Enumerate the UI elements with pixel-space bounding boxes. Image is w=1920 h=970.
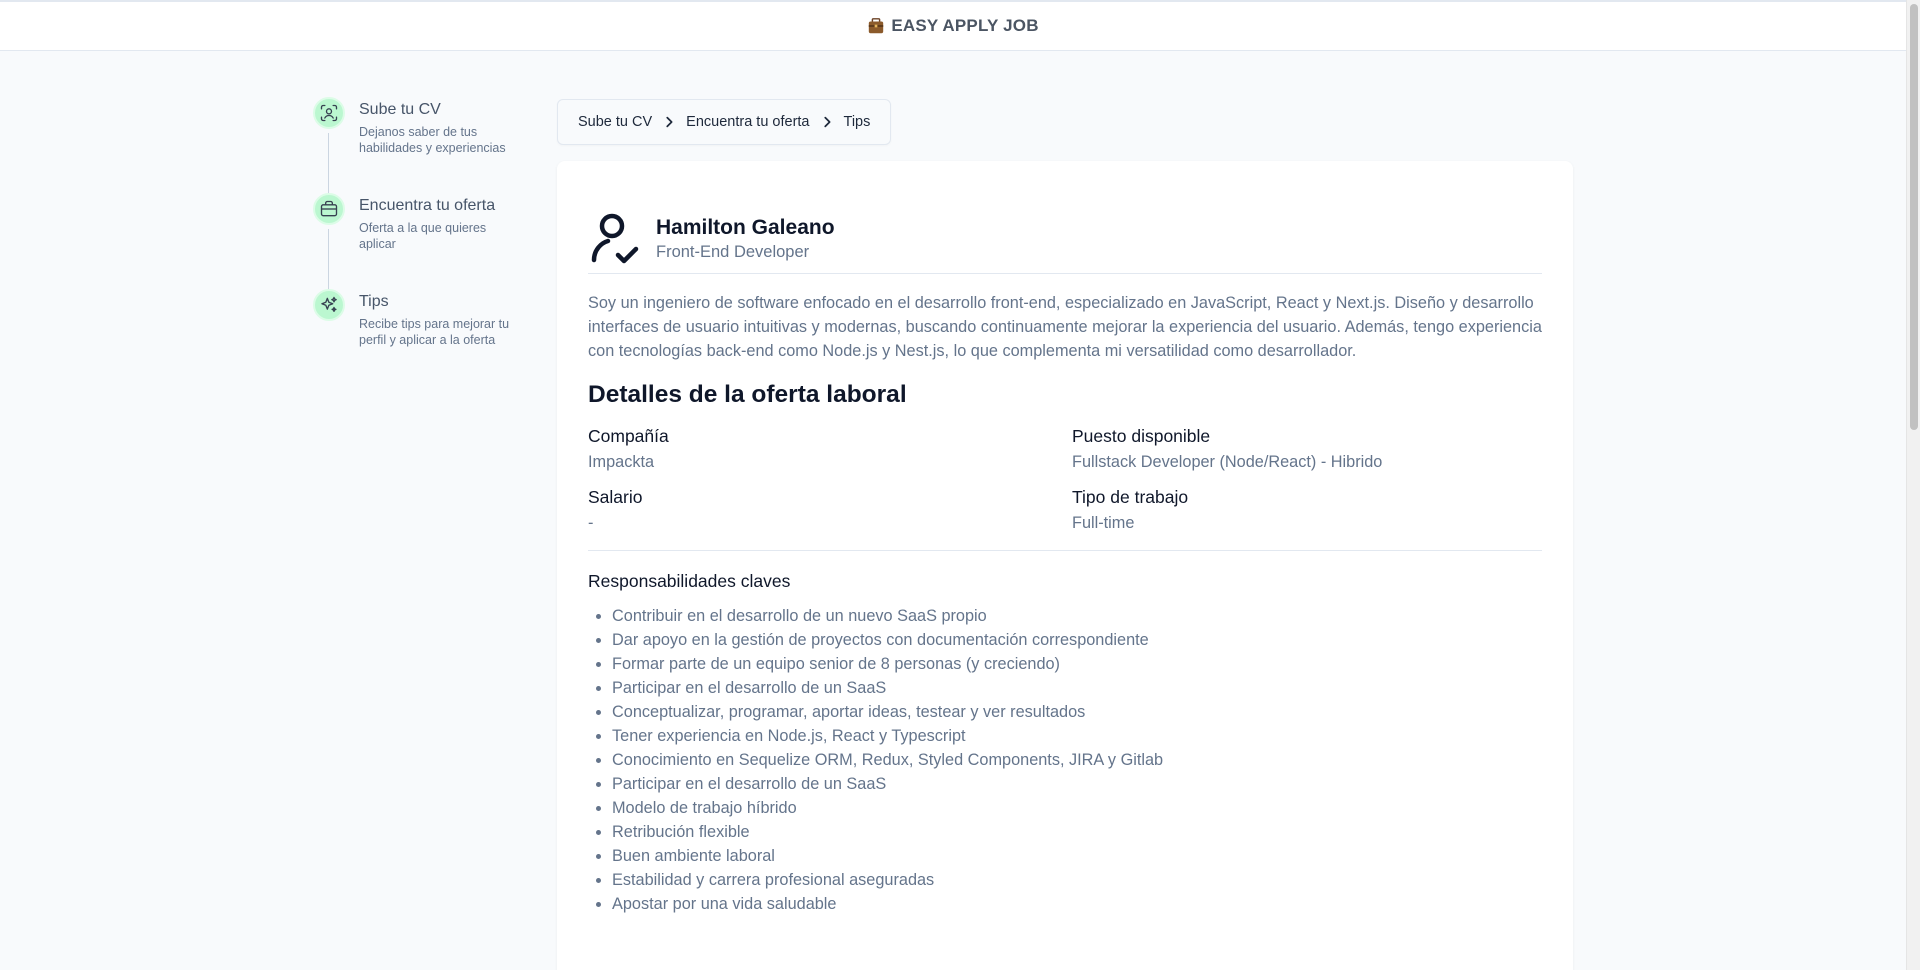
list-item: Conceptualizar, programar, aportar ideas…	[612, 700, 1542, 724]
step-title: Tips	[359, 293, 389, 310]
step-title: Encuentra tu oferta	[359, 197, 496, 214]
list-item: Dar apoyo en la gestión de proyectos con…	[612, 628, 1542, 652]
list-item: Estabilidad y carrera profesional asegur…	[612, 868, 1542, 892]
detail-label: Salario	[588, 487, 643, 507]
breadcrumb: Sube tu CV Encuentra tu oferta Tips	[557, 99, 892, 145]
chevron-right-icon	[666, 116, 673, 128]
top-header: EASY APPLY JOB	[0, 0, 1906, 51]
brand-logo[interactable]: EASY APPLY JOB	[867, 16, 1038, 36]
list-item: Contribuir en el desarrollo de un nuevo …	[612, 604, 1542, 628]
breadcrumb-item-upload-cv[interactable]: Sube tu CV	[578, 114, 652, 130]
step-title: Sube tu CV	[359, 101, 441, 118]
list-item: Modelo de trabajo híbrido	[612, 796, 1542, 820]
scrollbar-thumb[interactable]	[1910, 4, 1918, 430]
detail-position: Puesto disponible Fullstack Developer (N…	[1072, 425, 1542, 472]
detail-value: Impackta	[588, 453, 655, 471]
step-tips[interactable]: Tips Recibe tips para mejorar tu perfil …	[313, 289, 533, 359]
profile-name: Hamilton Galeano	[656, 215, 835, 239]
tips-card: Hamilton Galeano Front-End Developer Soy…	[557, 161, 1573, 970]
progress-stepper: Sube tu CV Dejanos saber de tus habilida…	[313, 97, 533, 359]
list-item: Tener experiencia en Node.js, React y Ty…	[612, 724, 1542, 748]
detail-value: -	[588, 514, 594, 532]
profile-header: Hamilton Galeano Front-End Developer	[588, 161, 1542, 273]
step-find-offer[interactable]: Encuentra tu oferta Oferta a la que quie…	[313, 193, 533, 291]
user-check-icon	[591, 213, 639, 264]
step-description: Dejanos saber de tus habilidades y exper…	[359, 125, 506, 155]
step-connector	[328, 229, 329, 291]
step-icon-wrap	[313, 97, 345, 129]
offer-details-grid: Compañía Impackta Puesto disponible Full…	[588, 425, 1542, 533]
list-item: Buen ambiente laboral	[612, 844, 1542, 868]
chevron-right-icon	[823, 116, 830, 128]
breadcrumb-item-tips[interactable]: Tips	[844, 114, 871, 130]
step-connector	[328, 133, 329, 195]
detail-salary: Salario -	[588, 486, 1072, 533]
divider	[588, 550, 1542, 551]
brand-name: EASY APPLY JOB	[891, 16, 1039, 35]
sparkles-icon	[321, 296, 337, 312]
offer-section-title: Detalles de la oferta laboral	[588, 381, 907, 408]
profile-role: Front-End Developer	[656, 242, 810, 261]
scan-user-icon	[320, 104, 338, 122]
detail-value: Full-time	[1072, 514, 1135, 532]
responsibilities-title: Responsabilidades claves	[588, 571, 791, 591]
step-description: Oferta a la que quieres aplicar	[359, 221, 487, 251]
list-item: Retribución flexible	[612, 820, 1542, 844]
detail-label: Tipo de trabajo	[1072, 487, 1189, 507]
briefcase-icon	[869, 18, 884, 34]
detail-job-type: Tipo de trabajo Full-time	[1072, 486, 1542, 533]
detail-label: Puesto disponible	[1072, 426, 1211, 446]
list-item: Conocimiento en Sequelize ORM, Redux, St…	[612, 748, 1542, 772]
list-item: Formar parte de un equipo senior de 8 pe…	[612, 652, 1542, 676]
step-description: Recibe tips para mejorar tu perfil y apl…	[359, 317, 510, 347]
list-item: Apostar por una vida saludable	[612, 892, 1542, 916]
divider	[588, 273, 1542, 274]
briefcase-icon	[320, 200, 338, 217]
detail-label: Compañía	[588, 426, 669, 446]
vertical-scrollbar[interactable]	[1906, 0, 1920, 970]
responsibilities-list: Contribuir en el desarrollo de un nuevo …	[588, 604, 1542, 916]
step-icon-wrap	[313, 289, 345, 321]
breadcrumb-item-find-offer[interactable]: Encuentra tu oferta	[686, 114, 809, 130]
profile-bio: Soy un ingeniero de software enfocado en…	[588, 294, 1542, 360]
list-item: Participar en el desarrollo de un SaaS	[612, 772, 1542, 796]
detail-company: Compañía Impackta	[588, 425, 1072, 472]
detail-value: Fullstack Developer (Node/React) - Hibri…	[1072, 453, 1383, 471]
list-item: Participar en el desarrollo de un SaaS	[612, 676, 1542, 700]
step-icon-wrap	[313, 193, 345, 225]
step-upload-cv[interactable]: Sube tu CV Dejanos saber de tus habilida…	[313, 97, 533, 195]
